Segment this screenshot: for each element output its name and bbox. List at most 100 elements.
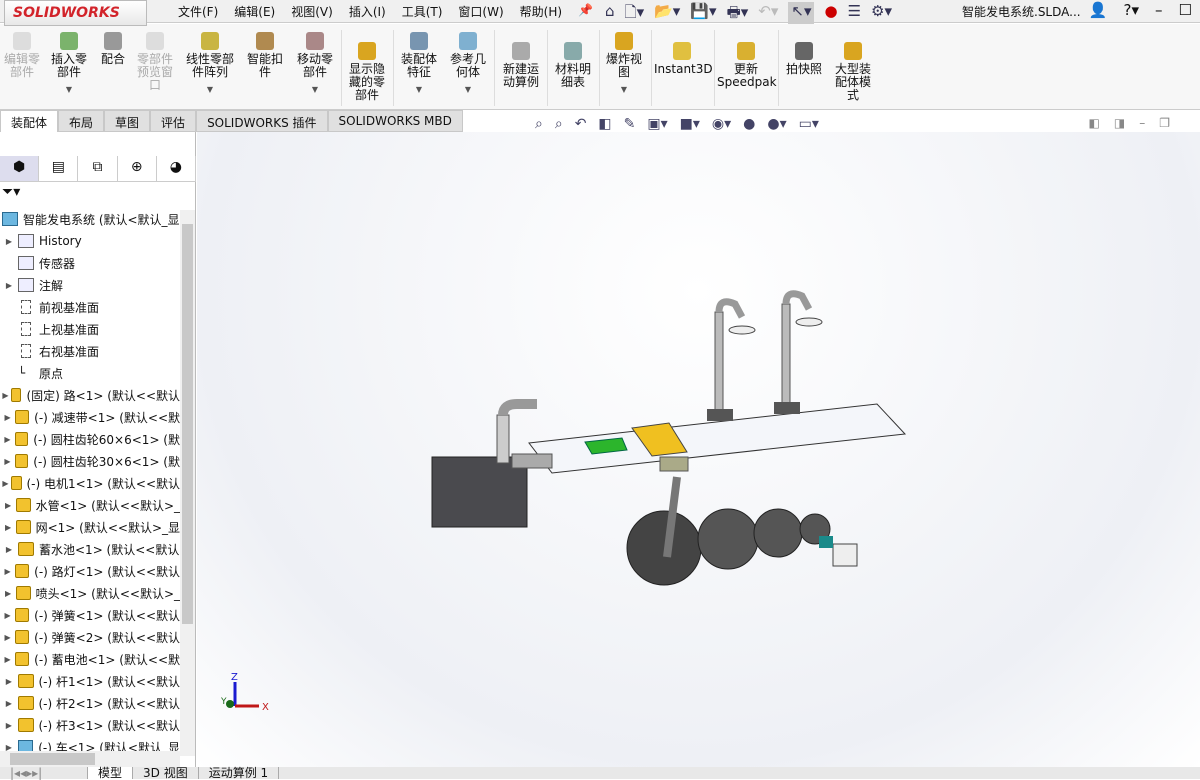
edit-component-button[interactable]: 编辑零部件: [2, 32, 42, 79]
show-hidden-components-button[interactable]: 显示隐藏的零部件: [346, 42, 388, 102]
expand-arrow-icon[interactable]: ▶: [0, 413, 15, 422]
assembly-features-button[interactable]: 装配体特征 ▼: [398, 32, 440, 96]
expand-arrow-icon[interactable]: ▶: [0, 633, 15, 642]
tab-evaluate[interactable]: 评估: [150, 110, 197, 132]
tree-item[interactable]: ▶ (-) 弹簧<2> (默认<<默认: [0, 626, 180, 648]
tree-item[interactable]: ▶ (-) 电机1<1> (默认<<默认: [0, 472, 180, 494]
tree-item[interactable]: ▶ (-) 圆柱齿轮60×6<1> (默: [0, 428, 180, 450]
menu-edit[interactable]: 编辑(E): [226, 3, 283, 20]
dynamic-annotation-icon[interactable]: ✎: [624, 116, 636, 132]
section-view-icon[interactable]: ◧: [598, 116, 611, 132]
zoom-to-fit-icon[interactable]: ⌕: [535, 116, 543, 132]
graphics-area[interactable]: Z X Y: [197, 132, 1200, 767]
tree-item[interactable]: 右视基准面: [0, 340, 180, 362]
menu-view[interactable]: 视图(V): [283, 3, 341, 20]
menu-help[interactable]: 帮助(H): [512, 3, 570, 20]
linear-pattern-button[interactable]: 线性零部件阵列 ▼: [184, 32, 236, 96]
previous-view-icon[interactable]: ↶: [575, 116, 587, 132]
hide-show-items-icon[interactable]: ◉▾: [712, 116, 731, 132]
scrollbar-thumb[interactable]: [10, 753, 95, 765]
tree-item[interactable]: ▶ (-) 杆2<1> (默认<<默认: [0, 692, 180, 714]
minimize-viewport-icon[interactable]: –: [1139, 116, 1145, 130]
expand-arrow-icon[interactable]: ▶: [0, 523, 16, 532]
tree-item[interactable]: └ 原点: [0, 362, 180, 384]
smart-fasteners-button[interactable]: 智能扣件: [245, 32, 285, 79]
large-assembly-mode-button[interactable]: 大型装配体模式: [830, 42, 876, 102]
menu-file[interactable]: 文件(F): [170, 3, 226, 20]
panel-left-icon[interactable]: ◧: [1089, 116, 1100, 130]
tab-solidworks-addins[interactable]: SOLIDWORKS 插件: [196, 110, 328, 132]
maximize-icon[interactable]: ☐: [1179, 1, 1192, 19]
configuration-manager-tab-icon[interactable]: ⧉: [78, 156, 118, 181]
solidworks-logo[interactable]: SOLIDWORKS: [4, 0, 147, 26]
mate-button[interactable]: 配合: [98, 32, 128, 66]
tree-item[interactable]: ▶ (-) 减速带<1> (默认<<默: [0, 406, 180, 428]
tree-item[interactable]: ▶ 喷头<1> (默认<<默认>_: [0, 582, 180, 604]
insert-components-button[interactable]: 插入零部件 ▼: [48, 32, 90, 96]
view-settings-icon[interactable]: ▭▾: [799, 116, 819, 132]
tree-item[interactable]: ▶ 注解: [0, 274, 180, 296]
minimize-icon[interactable]: –: [1155, 1, 1163, 19]
expand-arrow-icon[interactable]: ▶: [0, 479, 11, 488]
instant3d-button[interactable]: Instant3D: [654, 42, 713, 76]
expand-arrow-icon[interactable]: ▶: [0, 721, 18, 730]
tree-item[interactable]: ▶ (-) 杆3<1> (默认<<默认: [0, 714, 180, 736]
exploded-view-button[interactable]: 爆炸视图 ▼: [602, 32, 646, 96]
expand-arrow-icon[interactable]: ▶: [0, 391, 11, 400]
expand-arrow-icon[interactable]: ▶: [0, 567, 15, 576]
new-motion-study-button[interactable]: 新建运动算例: [499, 42, 543, 89]
move-component-button[interactable]: 移动零部件 ▼: [293, 32, 337, 96]
expand-arrow-icon[interactable]: ▶: [0, 457, 15, 466]
tree-item[interactable]: ▶ (-) 弹簧<1> (默认<<默认: [0, 604, 180, 626]
tree-item[interactable]: 传感器: [0, 252, 180, 274]
update-speedpak-button[interactable]: 更新Speedpak: [717, 42, 777, 89]
expand-arrow-icon[interactable]: ▶: [0, 501, 16, 510]
expand-arrow-icon[interactable]: ▶: [0, 545, 18, 554]
expand-arrow-icon[interactable]: ▶: [0, 435, 15, 444]
tree-root[interactable]: 智能发电系统 (默认<默认_显: [0, 208, 180, 230]
tree-item[interactable]: ▶ (-) 蓄电池<1> (默认<<默: [0, 648, 180, 670]
expand-arrow-icon[interactable]: ▶: [0, 655, 15, 664]
tab-sketch[interactable]: 草图: [104, 110, 151, 132]
property-manager-tab-icon[interactable]: ▤: [39, 156, 79, 181]
display-manager-tab-icon[interactable]: ◕: [157, 156, 197, 181]
tab-3d-views[interactable]: 3D 视图: [133, 767, 199, 779]
menu-tools[interactable]: 工具(T): [394, 3, 451, 20]
expand-arrow-icon[interactable]: ▶: [0, 699, 18, 708]
tree-item[interactable]: ▶ 水管<1> (默认<<默认>_: [0, 494, 180, 516]
zoom-to-area-icon[interactable]: ⌕: [555, 116, 563, 132]
tree-item[interactable]: ▶ History: [0, 230, 180, 252]
help-icon[interactable]: ?▾: [1124, 1, 1140, 19]
pin-icon[interactable]: 📌: [570, 3, 601, 20]
display-style-icon[interactable]: ■▾: [680, 116, 700, 132]
user-icon[interactable]: 👤: [1089, 1, 1108, 19]
dimxpert-manager-tab-icon[interactable]: ⊕: [118, 156, 157, 181]
tree-item[interactable]: 前视基准面: [0, 296, 180, 318]
bill-of-materials-button[interactable]: 材料明细表: [551, 42, 595, 89]
menu-window[interactable]: 窗口(W): [450, 3, 511, 20]
tab-assembly[interactable]: 装配体: [0, 110, 59, 132]
expand-arrow-icon[interactable]: ▶: [0, 237, 18, 246]
tree-item[interactable]: ▶ (-) 杆1<1> (默认<<默认: [0, 670, 180, 692]
panel-right-icon[interactable]: ◨: [1114, 116, 1125, 130]
tree-item[interactable]: ▶ 蓄水池<1> (默认<<默认: [0, 538, 180, 560]
edit-appearance-icon[interactable]: ●: [743, 116, 755, 132]
reference-geometry-button[interactable]: 参考几何体 ▼: [447, 32, 489, 96]
menu-insert[interactable]: 插入(I): [341, 3, 394, 20]
expand-arrow-icon[interactable]: ▶: [0, 281, 18, 290]
tree-horizontal-scrollbar[interactable]: [0, 751, 180, 767]
tab-motion-study-1[interactable]: 运动算例 1: [199, 767, 280, 779]
expand-arrow-icon[interactable]: ▶: [0, 677, 18, 686]
tab-nav-arrows[interactable]: |◂◂▸▸|: [0, 767, 88, 779]
expand-arrow-icon[interactable]: ▶: [0, 589, 16, 598]
feature-manager-tab-icon[interactable]: ⬢: [0, 156, 40, 181]
filter-icon[interactable]: ⏷▾: [2, 184, 20, 200]
expand-arrow-icon[interactable]: ▶: [0, 611, 15, 620]
view-orientation-icon[interactable]: ▣▾: [647, 116, 667, 132]
tree-vertical-scrollbar[interactable]: [180, 210, 195, 756]
scrollbar-thumb[interactable]: [182, 224, 193, 624]
tree-item[interactable]: ▶ (-) 圆柱齿轮30×6<1> (默: [0, 450, 180, 472]
take-snapshot-button[interactable]: 拍快照: [782, 42, 826, 76]
apply-scene-icon[interactable]: ●▾: [767, 116, 786, 132]
restore-viewport-icon[interactable]: ❐: [1159, 116, 1170, 130]
